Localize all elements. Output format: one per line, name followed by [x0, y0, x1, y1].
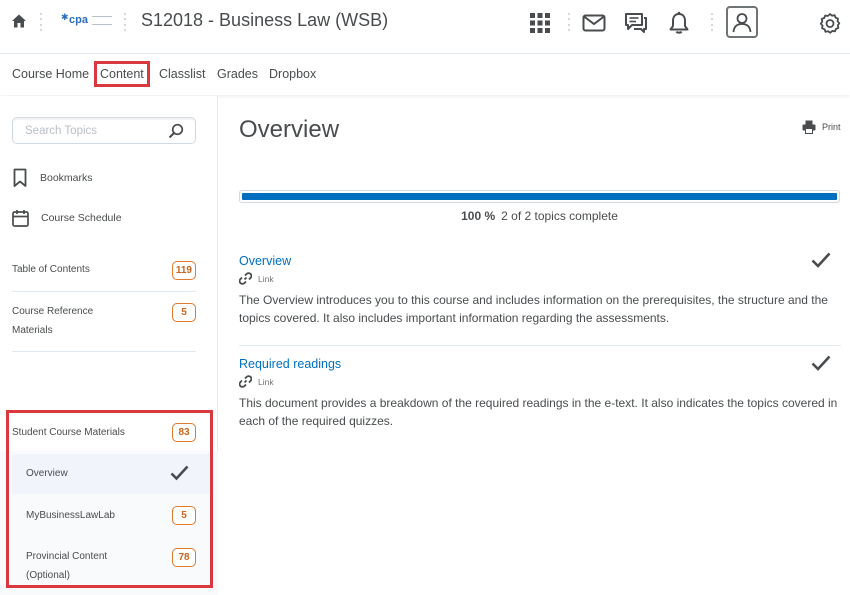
nav-content[interactable]: Content	[94, 61, 150, 87]
student-materials-count-badge: 83	[172, 423, 196, 442]
search-topics	[12, 117, 196, 144]
toc-label: Table of Contents	[12, 264, 90, 275]
logo-text: cpa	[69, 14, 88, 26]
sidebar-divider	[12, 351, 196, 352]
subitem-provincial-content-label: Provincial Content (Optional)	[26, 551, 108, 581]
mail-icon[interactable]	[581, 10, 607, 36]
topic-type: Link	[239, 375, 841, 388]
checkmark-icon	[811, 252, 831, 268]
progress-bar	[239, 190, 840, 203]
sidebar-course-schedule[interactable]: Course Schedule	[12, 207, 122, 229]
print-label: Print	[822, 122, 841, 132]
search-topics-input[interactable]	[25, 122, 165, 140]
home-icon[interactable]	[10, 12, 28, 30]
mybusinesslawlab-count-badge: 5	[172, 506, 196, 525]
checkmark-icon	[170, 465, 189, 481]
calendar-icon	[12, 210, 29, 227]
sidebar-course-schedule-label: Course Schedule	[41, 212, 122, 224]
logo-tagline-lines	[92, 16, 112, 25]
sidebar-subitem-provincial-content[interactable]: Provincial Content (Optional) 78	[12, 538, 211, 588]
sidebar-student-course-materials[interactable]: Student Course Materials 83	[12, 423, 196, 443]
subitem-mybusinesslawlab-label: MyBusinessLawLab	[26, 510, 115, 521]
student-materials-label: Student Course Materials	[12, 427, 125, 438]
reference-label: Course Reference Materials	[12, 306, 94, 336]
bookmark-icon	[13, 168, 27, 187]
sidebar-subitem-mybusinesslawlab[interactable]: MyBusinessLawLab 5	[12, 496, 211, 536]
nav-grades[interactable]: Grades	[217, 67, 258, 81]
topic-description: The Overview introduces you to this cour…	[239, 293, 828, 325]
separator-dots	[40, 13, 42, 31]
top-bar: ✱ cpa S12018 - Business Law (WSB)	[0, 0, 850, 54]
progress-bar-fill	[242, 193, 837, 200]
progress-percent: 100 %	[461, 209, 496, 223]
topic-type-label: Link	[258, 273, 274, 284]
checkmark-icon	[811, 355, 831, 371]
search-icon[interactable]	[168, 123, 184, 139]
nav-course-home[interactable]: Course Home	[12, 67, 89, 81]
progress-topics-complete: 2 of 2 topics complete	[501, 209, 618, 223]
org-logo[interactable]: ✱ cpa	[61, 12, 113, 34]
nav-dropbox[interactable]: Dropbox	[269, 67, 316, 81]
topic-description: This document provides a breakdown of th…	[239, 396, 838, 428]
link-icon	[239, 375, 252, 388]
gear-icon[interactable]	[817, 10, 843, 36]
app-grid-icon[interactable]	[527, 10, 553, 36]
subitem-overview-label: Overview	[26, 468, 68, 479]
link-icon	[239, 272, 252, 285]
topic-type-label: Link	[258, 376, 274, 387]
print-button[interactable]: Print	[802, 120, 841, 134]
separator-dots	[124, 13, 126, 31]
sidebar-bookmarks[interactable]: Bookmarks	[12, 167, 93, 189]
provincial-content-count-badge: 78	[172, 548, 196, 567]
bell-icon[interactable]	[666, 10, 692, 36]
separator-dots	[711, 13, 713, 31]
printer-icon	[802, 120, 816, 134]
sidebar-bookmarks-label: Bookmarks	[40, 172, 93, 184]
topic-link-overview[interactable]: Overview	[239, 254, 291, 268]
content-sidebar: Bookmarks Course Schedule Table of Conte…	[0, 96, 218, 595]
separator-dots	[568, 13, 570, 31]
reference-count-badge: 5	[172, 303, 196, 322]
sidebar-divider	[12, 291, 196, 292]
sidebar-course-reference-materials[interactable]: Course Reference Materials 5	[12, 302, 196, 342]
topic-type: Link	[239, 272, 841, 285]
topic-link-required-readings[interactable]: Required readings	[239, 357, 341, 371]
toc-count-badge: 119	[171, 261, 196, 280]
nav-classlist[interactable]: Classlist	[159, 67, 206, 81]
course-title[interactable]: S12018 - Business Law (WSB)	[141, 10, 388, 31]
topic-item: Overview Link The Overview introduces yo…	[239, 252, 841, 327]
topic-item: Required readings Link This document pro…	[239, 355, 841, 430]
sidebar-table-of-contents[interactable]: Table of Contents 119	[12, 260, 196, 280]
maple-leaf-icon: ✱	[61, 12, 69, 22]
user-avatar-icon[interactable]	[726, 6, 758, 38]
topic-divider	[239, 345, 841, 346]
course-navbar: Course Home Content Classlist Grades Dro…	[0, 55, 850, 95]
sidebar-subitem-overview[interactable]: Overview	[12, 454, 211, 494]
chat-icon[interactable]	[623, 10, 649, 36]
page-title: Overview	[239, 116, 340, 143]
progress-summary: 100 % 2 of 2 topics complete	[239, 209, 840, 223]
